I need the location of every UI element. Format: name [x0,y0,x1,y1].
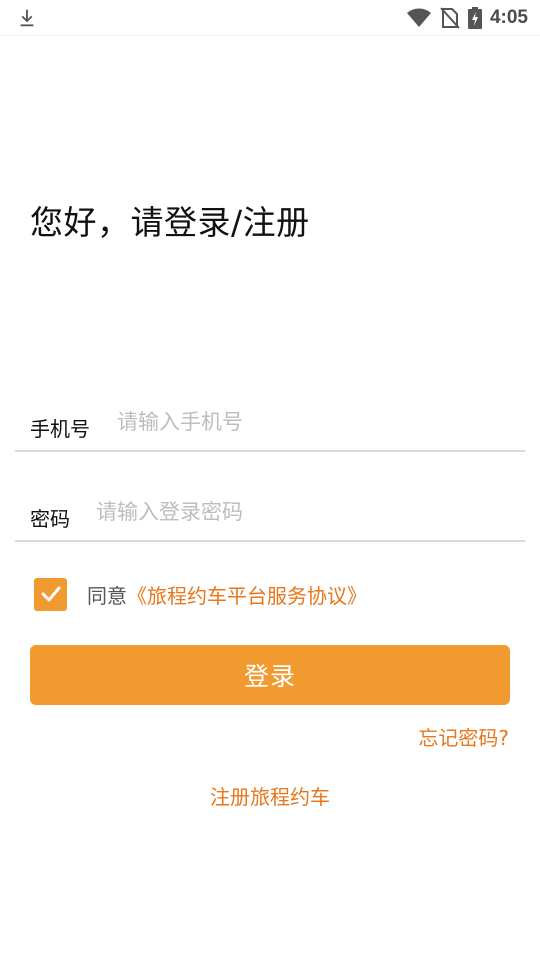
phone-input[interactable] [117,402,497,442]
battery-charging-icon [467,7,482,29]
agreement-row: 同意 《旅程约车平台服务协议》 [34,577,367,611]
agreement-prefix: 同意 [87,583,127,608]
agreement-checkbox[interactable] [34,577,67,611]
page-title: 您好，请登录/注册 [30,203,310,242]
phone-label: 手机号 [30,417,90,441]
status-bar: 4:05 [0,0,540,36]
checkmark-icon [41,586,60,602]
phone-field: 手机号 [15,402,525,452]
agreement-link[interactable]: 《旅程约车平台服务协议》 [127,580,367,609]
no-sim-icon [440,7,460,29]
wifi-icon [406,8,431,27]
password-input[interactable] [96,492,476,532]
password-field: 密码 [15,492,525,542]
forgot-password-link[interactable]: 忘记密码? [418,722,509,751]
password-label: 密码 [30,507,70,531]
register-link[interactable]: 注册旅程约车 [0,781,540,810]
login-button[interactable]: 登录 [30,645,510,705]
download-icon [20,9,34,27]
status-time: 4:05 [489,7,528,28]
